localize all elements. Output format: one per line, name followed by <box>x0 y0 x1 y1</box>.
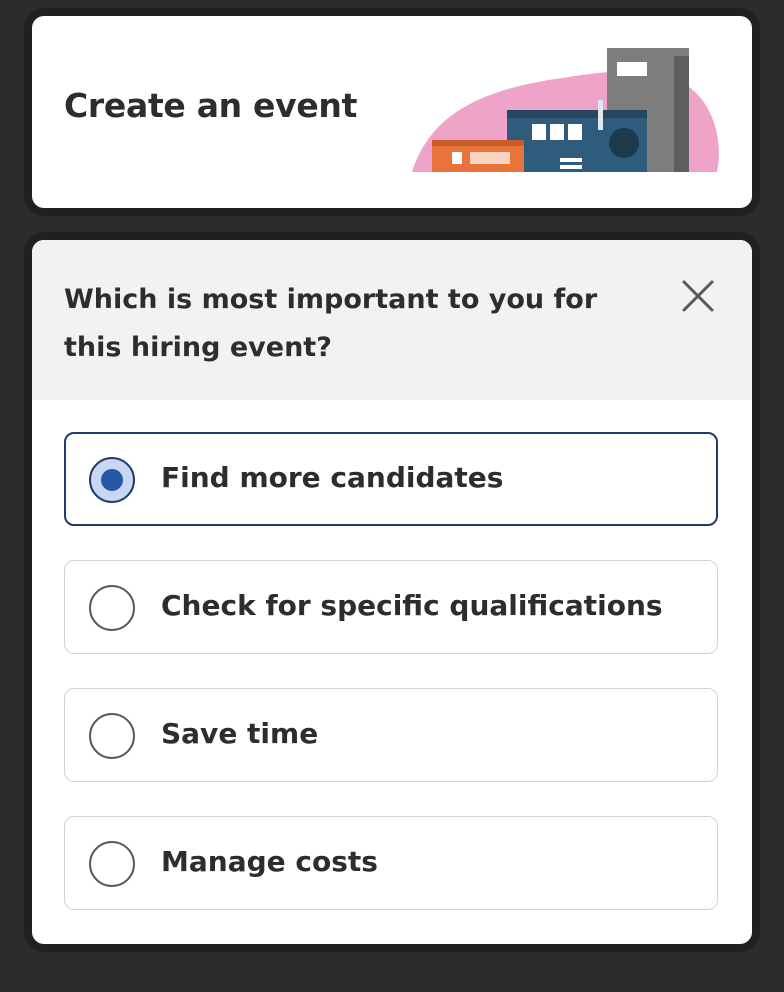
option-label: Find more candidates <box>161 461 504 494</box>
option-label: Manage costs <box>161 845 378 878</box>
option-label: Save time <box>161 717 319 750</box>
question-text: Which is most important to you for this … <box>64 284 598 363</box>
page-title: Create an event <box>64 86 358 125</box>
option-label: Check for specific qualifications <box>161 589 663 622</box>
radio-button-selected[interactable] <box>89 457 135 503</box>
radio-button[interactable] <box>89 713 135 759</box>
option-save-time[interactable]: Save time <box>64 688 718 782</box>
buildings-illustration <box>412 48 719 172</box>
option-find-more-candidates[interactable]: Find more candidates <box>64 432 718 526</box>
header-card: Create an event <box>32 16 752 208</box>
question-header: Which is most important to you for this … <box>32 240 752 400</box>
radio-button[interactable] <box>89 585 135 631</box>
close-icon <box>682 280 714 312</box>
close-button[interactable] <box>680 278 716 314</box>
radio-button[interactable] <box>89 841 135 887</box>
option-manage-costs[interactable]: Manage costs <box>64 816 718 910</box>
option-check-qualifications[interactable]: Check for specific qualifications <box>64 560 718 654</box>
question-card: Which is most important to you for this … <box>32 240 752 944</box>
